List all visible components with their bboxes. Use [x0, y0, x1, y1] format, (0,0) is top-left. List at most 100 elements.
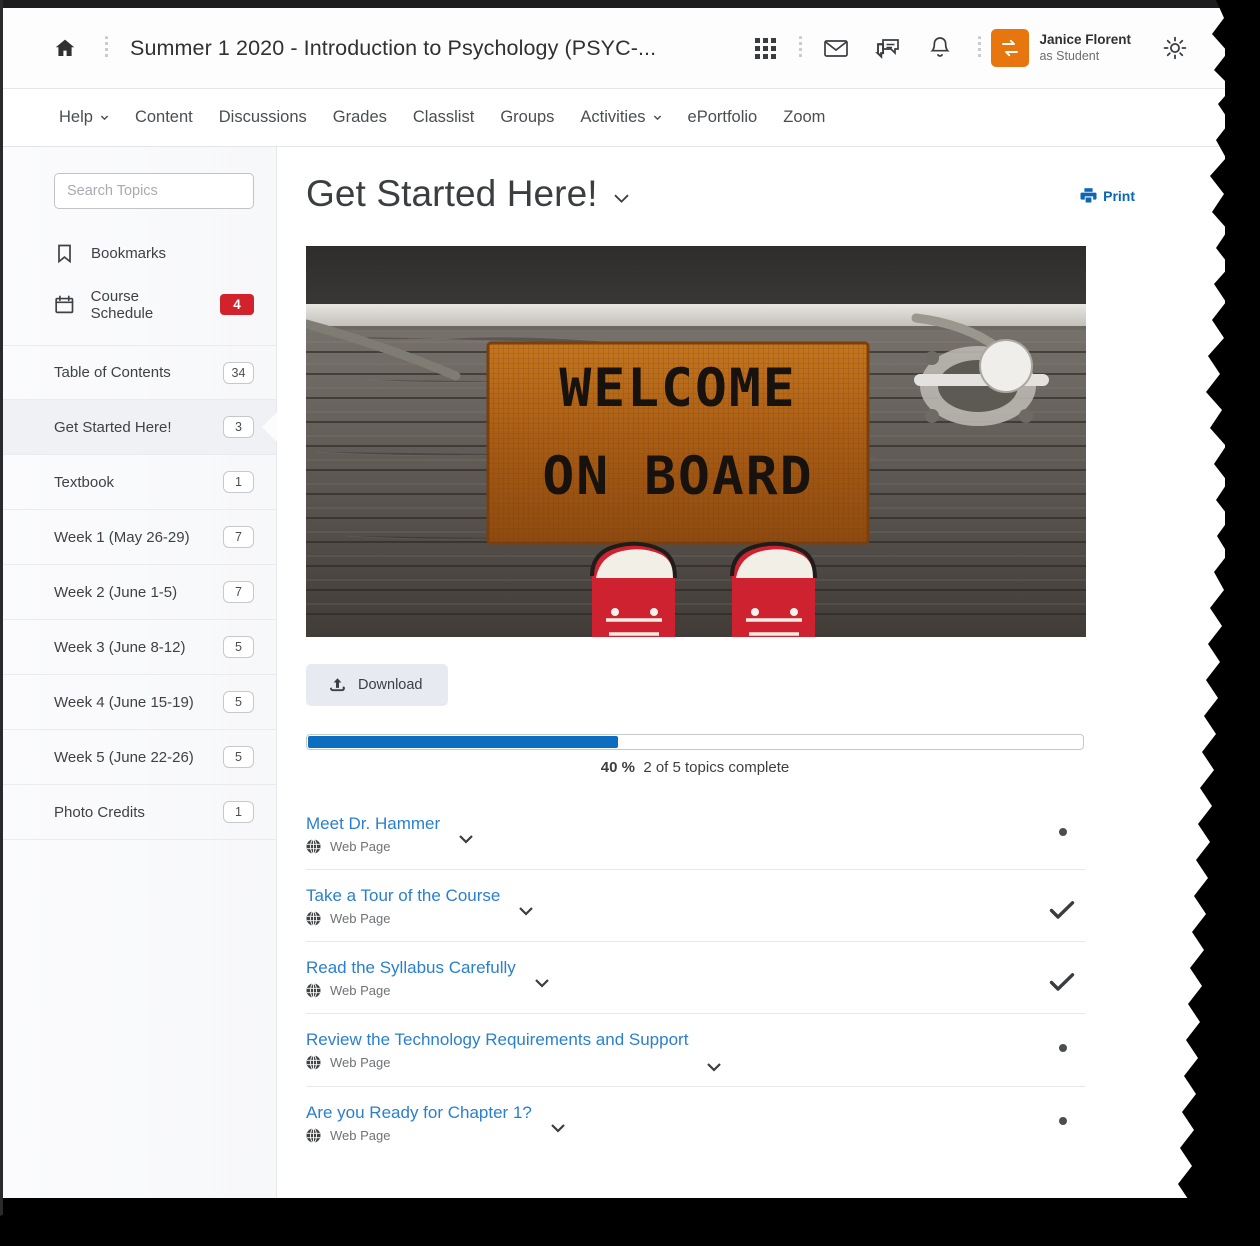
user-role: as Student — [1039, 48, 1100, 63]
sidebar-item-table-of-contents[interactable]: Table of Contents 34 — [3, 345, 276, 400]
chevron-down-icon[interactable] — [518, 906, 534, 916]
calendar-icon — [55, 295, 74, 314]
nav-item-eportfolio[interactable]: ePortfolio — [675, 108, 771, 127]
sidebar-item-week-5[interactable]: Week 5 (June 22-26) 5 — [3, 730, 276, 785]
topic-main: Review the Technology Requirements and S… — [306, 1028, 688, 1070]
toc-item-label: Photo Credits — [54, 803, 145, 821]
completion-status — [1059, 1101, 1085, 1125]
sidebar-item-week-1[interactable]: Week 1 (May 26-29) 7 — [3, 510, 276, 565]
course-title: Summer 1 2020 - Introduction to Psycholo… — [130, 35, 657, 60]
sidebar-item-week-2[interactable]: Week 2 (June 1-5) 7 — [3, 565, 276, 620]
nav-item-activities[interactable]: Activities — [567, 108, 674, 127]
nav-item-classlist[interactable]: Classlist — [400, 108, 487, 127]
sidebar-item-week-4[interactable]: Week 4 (June 15-19) 5 — [3, 675, 276, 730]
topic-title[interactable]: Take a Tour of the Course — [306, 884, 500, 907]
nav-item-zoom[interactable]: Zoom — [770, 108, 838, 127]
chevron-down-icon[interactable] — [613, 193, 630, 204]
list-item[interactable]: Meet Dr. Hammer Web Page — [306, 798, 1085, 870]
checkmark-icon — [1049, 973, 1075, 991]
completion-status — [1059, 812, 1085, 836]
nav-item-discussions[interactable]: Discussions — [206, 108, 320, 127]
left-black-bar — [0, 0, 3, 1246]
toc-item-label: Textbook — [54, 473, 115, 491]
search-wrapper — [3, 173, 276, 209]
nav-item-groups[interactable]: Groups — [487, 108, 567, 127]
download-cloud-icon — [330, 677, 345, 691]
progress-status: 2 of 5 topics complete — [643, 759, 790, 776]
svg-text:WELCOME: WELCOME — [559, 358, 796, 419]
status-badge: 4 — [220, 294, 254, 315]
toc-item-label: Get Started Here! — [54, 418, 172, 436]
top-black-bar — [0, 0, 1260, 8]
main-content: Get Started Here! Print WELCOME ON BOARD… — [277, 147, 1225, 1198]
completion-status — [1059, 1028, 1085, 1052]
topic-title[interactable]: Meet Dr. Hammer — [306, 812, 440, 835]
list-item[interactable]: Are you Ready for Chapter 1? Web Page — [306, 1087, 1085, 1159]
incomplete-dot-icon — [1059, 1044, 1067, 1052]
topic-main: Are you Ready for Chapter 1? Web Page — [306, 1101, 532, 1143]
gear-icon[interactable] — [1149, 22, 1201, 74]
nav-item-content[interactable]: Content — [122, 108, 206, 127]
incomplete-dot-icon — [1059, 828, 1067, 836]
toc-item-label: Week 1 (May 26-29) — [54, 528, 190, 546]
chat-bubble-icon[interactable] — [862, 22, 914, 74]
topic-title[interactable]: Are you Ready for Chapter 1? — [306, 1101, 532, 1124]
chevron-down-icon[interactable] — [458, 834, 474, 844]
home-icon[interactable] — [53, 36, 77, 60]
nav-item-grades[interactable]: Grades — [320, 108, 400, 127]
toc-item-count: 3 — [223, 416, 254, 438]
download-button[interactable]: Download — [306, 664, 448, 706]
list-item[interactable]: Take a Tour of the Course Web Page — [306, 870, 1085, 942]
topic-meta: Web Page — [306, 1055, 688, 1070]
topic-title[interactable]: Read the Syllabus Carefully — [306, 956, 516, 979]
waffle-grid-icon[interactable] — [739, 22, 791, 74]
avatar[interactable] — [991, 29, 1030, 67]
chevron-down-icon — [100, 115, 109, 121]
nav-item-label: Activities — [580, 108, 646, 126]
search-topics-box[interactable] — [54, 173, 254, 209]
page-title: Get Started Here! — [306, 173, 598, 214]
sidebar-item-photo-credits[interactable]: Photo Credits 1 — [3, 785, 276, 840]
sidebar-item-bookmarks[interactable]: Bookmarks — [3, 231, 276, 276]
screenshot-frame: Summer 1 2020 - Introduction to Psycholo… — [0, 0, 1260, 1246]
toc-item-count: 5 — [223, 691, 254, 713]
sidebar-item-week-3[interactable]: Week 3 (June 8-12) 5 — [3, 620, 276, 675]
topic-type: Web Page — [330, 911, 391, 927]
sidebar-item-textbook[interactable]: Textbook 1 — [3, 455, 276, 510]
nav-item-help[interactable]: Help — [53, 108, 122, 127]
topic-type: Web Page — [330, 839, 391, 855]
globe-icon — [306, 1128, 321, 1144]
topic-main: Read the Syllabus Carefully Web Page — [306, 956, 516, 998]
bell-icon[interactable] — [914, 22, 966, 74]
print-button[interactable]: Print — [1080, 187, 1135, 204]
incomplete-dot-icon — [1059, 1117, 1067, 1125]
topic-meta: Web Page — [306, 839, 440, 854]
sidebar-item-get-started-here[interactable]: Get Started Here! 3 — [3, 400, 277, 455]
print-label: Print — [1103, 187, 1135, 204]
list-item[interactable]: Review the Technology Requirements and S… — [306, 1014, 1085, 1087]
selected-indicator-arrow — [262, 412, 277, 442]
toc-item-label: Week 4 (June 15-19) — [54, 693, 194, 711]
toc-item-count: 5 — [223, 636, 254, 658]
header-icon-group: Janice Florent as Student — [739, 22, 1201, 74]
chevron-down-icon[interactable] — [706, 1062, 722, 1072]
content-sidebar: Bookmarks Course Schedule 4 Table of Con… — [3, 147, 277, 1198]
chevron-down-icon[interactable] — [534, 978, 550, 988]
globe-icon — [306, 911, 321, 927]
envelope-icon[interactable] — [810, 22, 862, 74]
search-input[interactable] — [67, 183, 254, 199]
chevron-down-icon[interactable] — [550, 1123, 566, 1133]
user-info[interactable]: Janice Florent as Student — [1039, 32, 1131, 65]
toc-item-count: 1 — [223, 801, 254, 823]
topic-title[interactable]: Review the Technology Requirements and S… — [306, 1028, 688, 1051]
toc-item-count: 1 — [223, 471, 254, 493]
progress-percent: 40 % — [600, 759, 635, 776]
browser-page: Summer 1 2020 - Introduction to Psycholo… — [3, 8, 1225, 1198]
topic-meta: Web Page — [306, 911, 500, 926]
toc-item-label: Week 3 (June 8-12) — [54, 638, 186, 656]
sidebar-item-course-schedule[interactable]: Course Schedule 4 — [3, 282, 276, 327]
app-header: Summer 1 2020 - Introduction to Psycholo… — [3, 8, 1225, 89]
printer-icon — [1080, 188, 1097, 203]
topic-type: Web Page — [330, 983, 391, 999]
list-item[interactable]: Read the Syllabus Carefully Web Page — [306, 942, 1085, 1014]
